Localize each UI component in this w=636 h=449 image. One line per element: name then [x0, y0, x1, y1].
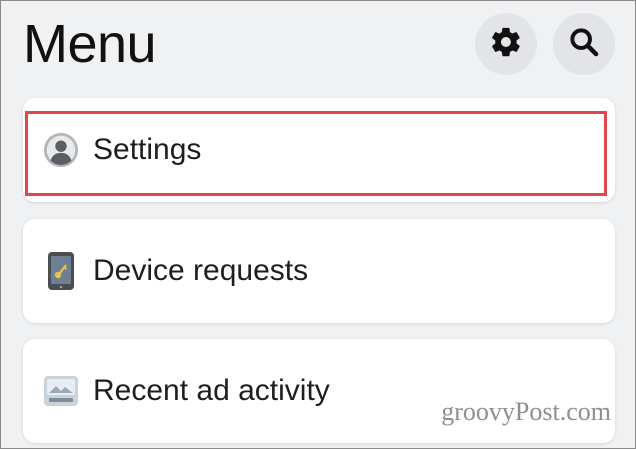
- menu-item-label: Recent ad activity: [93, 374, 330, 407]
- search-button[interactable]: [553, 13, 615, 75]
- page-title: Menu: [23, 14, 157, 74]
- menu-item-settings[interactable]: Settings: [23, 98, 615, 202]
- gear-icon: [489, 25, 523, 64]
- menu-item-label: Settings: [93, 133, 202, 166]
- menu-header: Menu: [1, 1, 636, 91]
- search-icon: [567, 25, 601, 64]
- profile-avatar-icon: [41, 130, 81, 170]
- ad-activity-icon: [41, 371, 81, 411]
- phone-key-icon: [41, 251, 81, 291]
- watermark: groovyPost.com: [441, 397, 611, 426]
- settings-button[interactable]: [475, 13, 537, 75]
- menu-item-device-requests[interactable]: Device requests: [23, 219, 615, 323]
- menu-item-recent-ad-activity[interactable]: Recent ad activity: [23, 339, 615, 443]
- menu-item-label: Device requests: [93, 254, 309, 287]
